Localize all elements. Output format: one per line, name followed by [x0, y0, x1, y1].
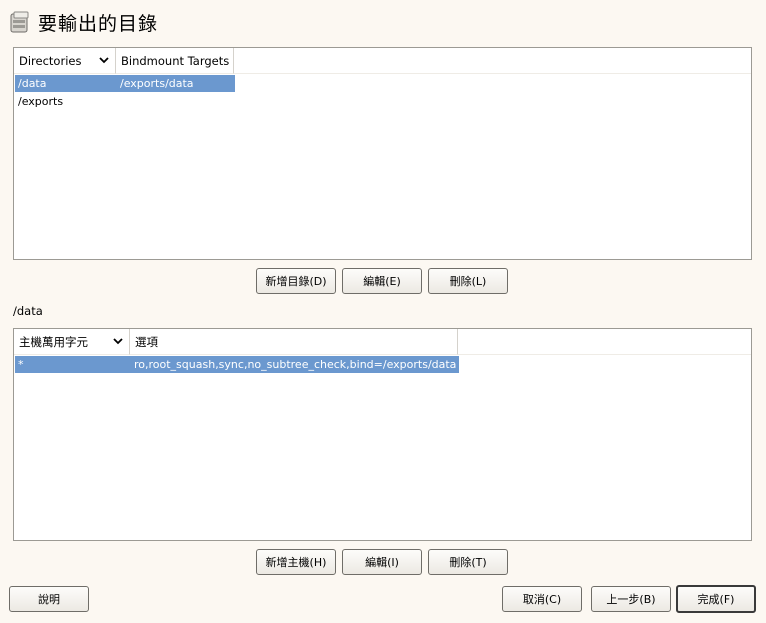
header-filler: [234, 48, 751, 74]
column-header-directories[interactable]: Directories: [14, 48, 116, 74]
chevron-down-icon: [99, 57, 109, 64]
directories-table-header: Directories Bindmount Targets: [14, 48, 751, 74]
table-row-host[interactable]: * ro,root_squash,sync,no_subtree_check,b…: [15, 356, 459, 373]
column-header-bindmount-targets[interactable]: Bindmount Targets: [116, 48, 234, 74]
finish-button[interactable]: 完成(F): [676, 585, 756, 613]
edit-directory-button[interactable]: 編輯(E): [342, 268, 422, 294]
table-row-data[interactable]: /data /exports/data: [15, 75, 235, 92]
table-row-exports[interactable]: /exports: [15, 93, 235, 110]
cell-host-wildcard: *: [18, 358, 24, 371]
cell-bindmount-target: /exports/data: [120, 77, 194, 90]
chevron-down-icon: [113, 338, 123, 345]
page-title: 要輸出的目錄: [38, 12, 159, 35]
folder-export-icon: [10, 11, 29, 33]
header-filler: [458, 329, 751, 355]
column-header-host-wildcard-label: 主機萬用字元: [19, 334, 88, 349]
nfs-export-dialog: 要輸出的目錄 Directories Bindmount Targets /da…: [0, 0, 766, 623]
add-host-button[interactable]: 新增主機(H): [256, 549, 336, 575]
column-header-host-wildcard[interactable]: 主機萬用字元: [14, 329, 130, 355]
edit-host-button[interactable]: 編輯(I): [342, 549, 422, 575]
hosts-table-header: 主機萬用字元 選項: [14, 329, 751, 355]
delete-directory-button[interactable]: 刪除(L): [428, 268, 508, 294]
column-header-directories-label: Directories: [19, 53, 82, 68]
column-header-options-label: 選項: [135, 334, 158, 349]
column-header-bindmount-targets-label: Bindmount Targets: [121, 53, 230, 68]
cancel-button[interactable]: 取消(C): [502, 586, 582, 612]
hosts-table[interactable]: 主機萬用字元 選項 * ro,root_squash,sync,no_subtr…: [13, 328, 752, 541]
add-directory-button[interactable]: 新增目錄(D): [256, 268, 336, 294]
column-header-options[interactable]: 選項: [130, 329, 458, 355]
cell-options: ro,root_squash,sync,no_subtree_check,bin…: [134, 358, 457, 371]
cell-directory: /data: [18, 77, 47, 90]
title-row: 要輸出的目錄: [8, 8, 158, 36]
help-button[interactable]: 說明: [9, 586, 89, 612]
back-button[interactable]: 上一步(B): [591, 586, 671, 612]
cell-directory: /exports: [18, 95, 64, 108]
delete-host-button[interactable]: 刪除(T): [428, 549, 508, 575]
selected-directory-label: /data: [13, 304, 43, 318]
directories-table[interactable]: Directories Bindmount Targets /data /exp…: [13, 47, 752, 260]
